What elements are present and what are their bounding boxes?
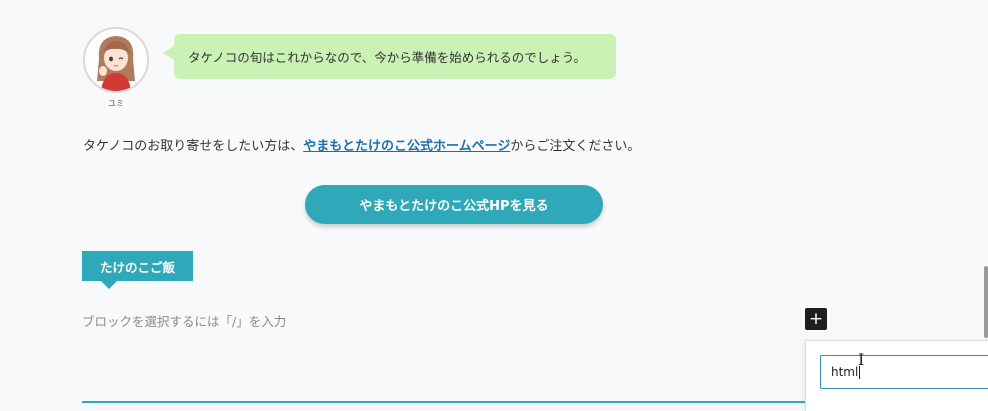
official-hp-button-label: やまもとたけのこ公式HPを見る — [359, 199, 549, 214]
block-inserter-popover: html Ι — [805, 340, 988, 411]
avatar — [83, 27, 149, 93]
scrollbar[interactable] — [984, 266, 988, 338]
avatar-illustration — [85, 29, 147, 91]
section-heading-tail — [101, 281, 117, 289]
text-cursor-icon: Ι — [858, 350, 865, 369]
section-heading[interactable]: たけのこご飯 — [82, 251, 193, 281]
intro-paragraph: タケノコのお取り寄せをしたい方は、やまもとたけのこ公式ホームページからご注文くだ… — [83, 135, 640, 154]
block-search-value: html — [831, 365, 859, 379]
section-heading-label: たけのこご飯 — [99, 259, 175, 275]
avatar-name: ユミ — [108, 99, 124, 108]
block-inserter-button[interactable]: + — [805, 308, 827, 330]
intro-prefix: タケノコのお取り寄せをしたい方は、 — [83, 139, 304, 154]
content-divider — [82, 401, 805, 403]
block-search-input[interactable]: html — [820, 355, 988, 389]
official-site-link[interactable]: やまもとたけのこ公式ホームページ — [303, 139, 510, 154]
speech-bubble-tail — [163, 46, 174, 60]
official-hp-button[interactable]: やまもとたけのこ公式HPを見る — [305, 185, 603, 224]
speech-bubble-text: タケノコの旬はこれからなので、今から準備を始められるのでしょう。 — [188, 50, 587, 65]
plus-icon: + — [808, 308, 824, 329]
speech-bubble: タケノコの旬はこれからなので、今から準備を始められるのでしょう。 — [174, 34, 616, 79]
block-placeholder[interactable]: ブロックを選択するには「/」を入力 — [82, 311, 286, 330]
intro-suffix: からご注文ください。 — [510, 139, 641, 154]
